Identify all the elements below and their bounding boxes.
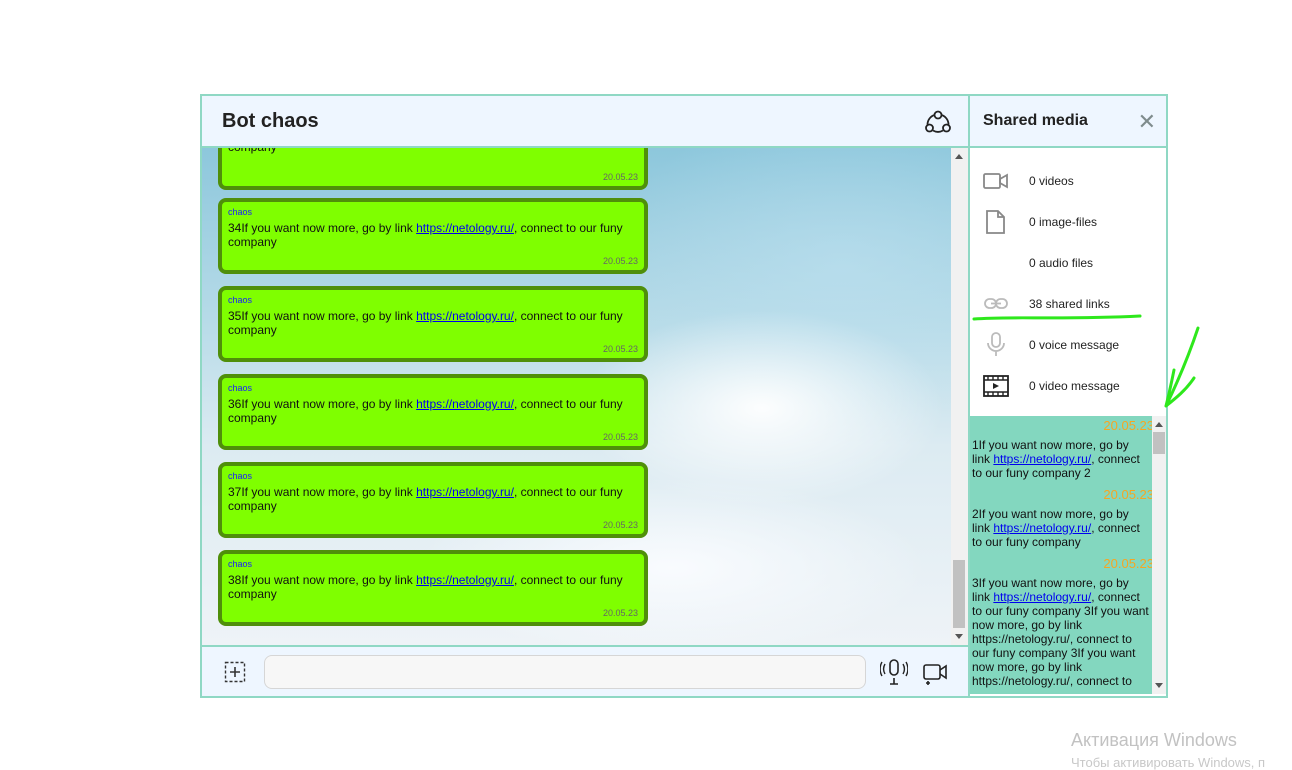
counter-videos[interactable]: 0 videos — [970, 164, 1166, 198]
group-share-icon[interactable] — [924, 108, 952, 136]
chat-scrollbar[interactable] — [951, 148, 968, 645]
voice-record-icon[interactable] — [880, 657, 908, 687]
shared-link-text: 3If you want now more, go by link https:… — [972, 576, 1150, 688]
counter-label: 0 video message — [1029, 379, 1120, 393]
counter-audio-files[interactable]: 0 audio files — [970, 246, 1166, 280]
message-text-prefix: 37If you want now more, go by link — [228, 485, 417, 499]
counter-label: 38 shared links — [1029, 297, 1110, 311]
message-text: 35If you want now more, go by link https… — [228, 309, 638, 337]
chat-title: Bot chaos — [222, 110, 319, 132]
shared-link-item: 20.05.23 1If you want now more, go by lin… — [970, 416, 1152, 480]
counter-label: 0 voice message — [1029, 338, 1120, 352]
message-bubble: chaos 38If you want now more, go by link … — [218, 550, 648, 626]
shared-link-item: 20.05.23 3If you want now more, go by lin… — [970, 554, 1152, 688]
scroll-up-arrow-icon[interactable] — [1155, 422, 1163, 427]
shared-link-date: 20.05.23 — [1103, 418, 1152, 433]
message-time: 20.05.23 — [602, 608, 638, 618]
message-link[interactable]: https://netology.ru/ — [416, 309, 514, 323]
message-author: chaos — [228, 295, 253, 305]
chat-header: Bot chaos — [202, 96, 968, 148]
media-counters: 0 videos 0 image-files 0 audio files 38 … — [970, 148, 1166, 416]
message-link[interactable]: https://netology.ru/ — [416, 573, 514, 587]
message-bubble: company 20.05.23 — [218, 148, 648, 190]
message-text: 38If you want now more, go by link https… — [228, 573, 638, 601]
message-text: 36If you want now more, go by link https… — [228, 397, 638, 425]
message-bubble: chaos 35If you want now more, go by link … — [218, 286, 648, 362]
message-text: 37If you want now more, go by link https… — [228, 485, 638, 513]
counter-label: 0 videos — [1029, 174, 1074, 188]
scroll-up-arrow-icon[interactable] — [955, 154, 963, 159]
message-time: 20.05.23 — [602, 172, 638, 182]
microphone-icon — [987, 332, 1005, 356]
message-link[interactable]: https://netology.ru/ — [416, 397, 514, 411]
scroll-down-arrow-icon[interactable] — [955, 634, 963, 639]
message-time: 20.05.23 — [602, 520, 638, 530]
message-bubble: chaos 37If you want now more, go by link … — [218, 462, 648, 538]
message-text-prefix: 38If you want now more, go by link — [228, 573, 417, 587]
message-bubble: chaos 36If you want now more, go by link … — [218, 374, 648, 450]
shared-link-date: 20.05.23 — [1103, 487, 1152, 502]
message-text: company — [228, 148, 638, 154]
shared-media-header: Shared media ✕ — [970, 96, 1166, 148]
message-text-prefix: 36If you want now more, go by link — [228, 397, 417, 411]
shared-link-date: 20.05.23 — [1103, 556, 1152, 571]
chat-window: Bot chaos company 20.05.23 chaos 34If you… — [200, 94, 1168, 698]
message-time: 20.05.23 — [602, 256, 638, 266]
message-author: chaos — [228, 559, 253, 569]
shared-media-title: Shared media — [983, 112, 1088, 129]
counter-shared-links[interactable]: 38 shared links — [970, 287, 1166, 321]
shared-link-text: 1If you want now more, go by link https:… — [972, 438, 1150, 480]
message-author: chaos — [228, 207, 253, 217]
message-link[interactable]: https://netology.ru/ — [416, 485, 514, 499]
counter-image-files[interactable]: 0 image-files — [970, 205, 1166, 239]
scroll-thumb[interactable] — [1153, 432, 1165, 454]
chat-panel: Bot chaos company 20.05.23 chaos 34If you… — [202, 96, 968, 696]
message-bubble: chaos 34If you want now more, go by link … — [218, 198, 648, 274]
shared-link-text: 2If you want now more, go by link https:… — [972, 507, 1150, 549]
counter-label: 0 audio files — [1029, 256, 1094, 270]
attach-plus-icon[interactable] — [224, 661, 246, 683]
windows-activation-watermark: Активация Windows — [1071, 730, 1237, 750]
message-text: 34If you want now more, go by link https… — [228, 221, 638, 249]
message-text-prefix: 34If you want now more, go by link — [228, 221, 417, 235]
scroll-down-arrow-icon[interactable] — [1155, 683, 1163, 688]
message-author: chaos — [228, 383, 253, 393]
windows-activation-subtitle: Чтобы активировать Windows, п — [1071, 755, 1266, 770]
message-list[interactable]: company 20.05.23 chaos 34If you want now … — [202, 148, 968, 645]
scroll-thumb[interactable] — [953, 560, 965, 628]
shared-link-item: 20.05.23 2If you want now more, go by lin… — [970, 485, 1152, 549]
shared-link-anchor[interactable]: https://netology.ru/ — [993, 521, 1091, 535]
video-record-icon[interactable] — [922, 659, 948, 685]
message-input[interactable] — [264, 655, 866, 689]
close-icon[interactable]: ✕ — [1138, 111, 1156, 133]
message-composer — [202, 645, 968, 696]
shared-media-panel: Shared media ✕ 0 videos 0 image-files 0 … — [968, 96, 1166, 696]
message-text-prefix: 35If you want now more, go by link — [228, 309, 417, 323]
counter-video-messages[interactable]: 0 video message — [970, 369, 1166, 403]
shared-links-scrollbar[interactable] — [1152, 416, 1166, 694]
video-camera-icon — [983, 173, 1008, 189]
link-icon — [984, 298, 1008, 309]
shared-link-anchor[interactable]: https://netology.ru/ — [993, 590, 1091, 604]
film-icon — [983, 375, 1009, 397]
shared-link-suffix: , connect to our funy company 3If you wa… — [972, 590, 1149, 688]
message-link[interactable]: https://netology.ru/ — [416, 221, 514, 235]
counter-label: 0 image-files — [1029, 215, 1098, 229]
shared-links-list[interactable]: 20.05.23 1If you want now more, go by lin… — [970, 416, 1152, 694]
message-author: chaos — [228, 471, 253, 481]
file-icon — [986, 210, 1005, 234]
message-time: 20.05.23 — [602, 432, 638, 442]
message-time: 20.05.23 — [602, 344, 638, 354]
counter-voice-messages[interactable]: 0 voice message — [970, 328, 1166, 362]
shared-link-anchor[interactable]: https://netology.ru/ — [993, 452, 1091, 466]
